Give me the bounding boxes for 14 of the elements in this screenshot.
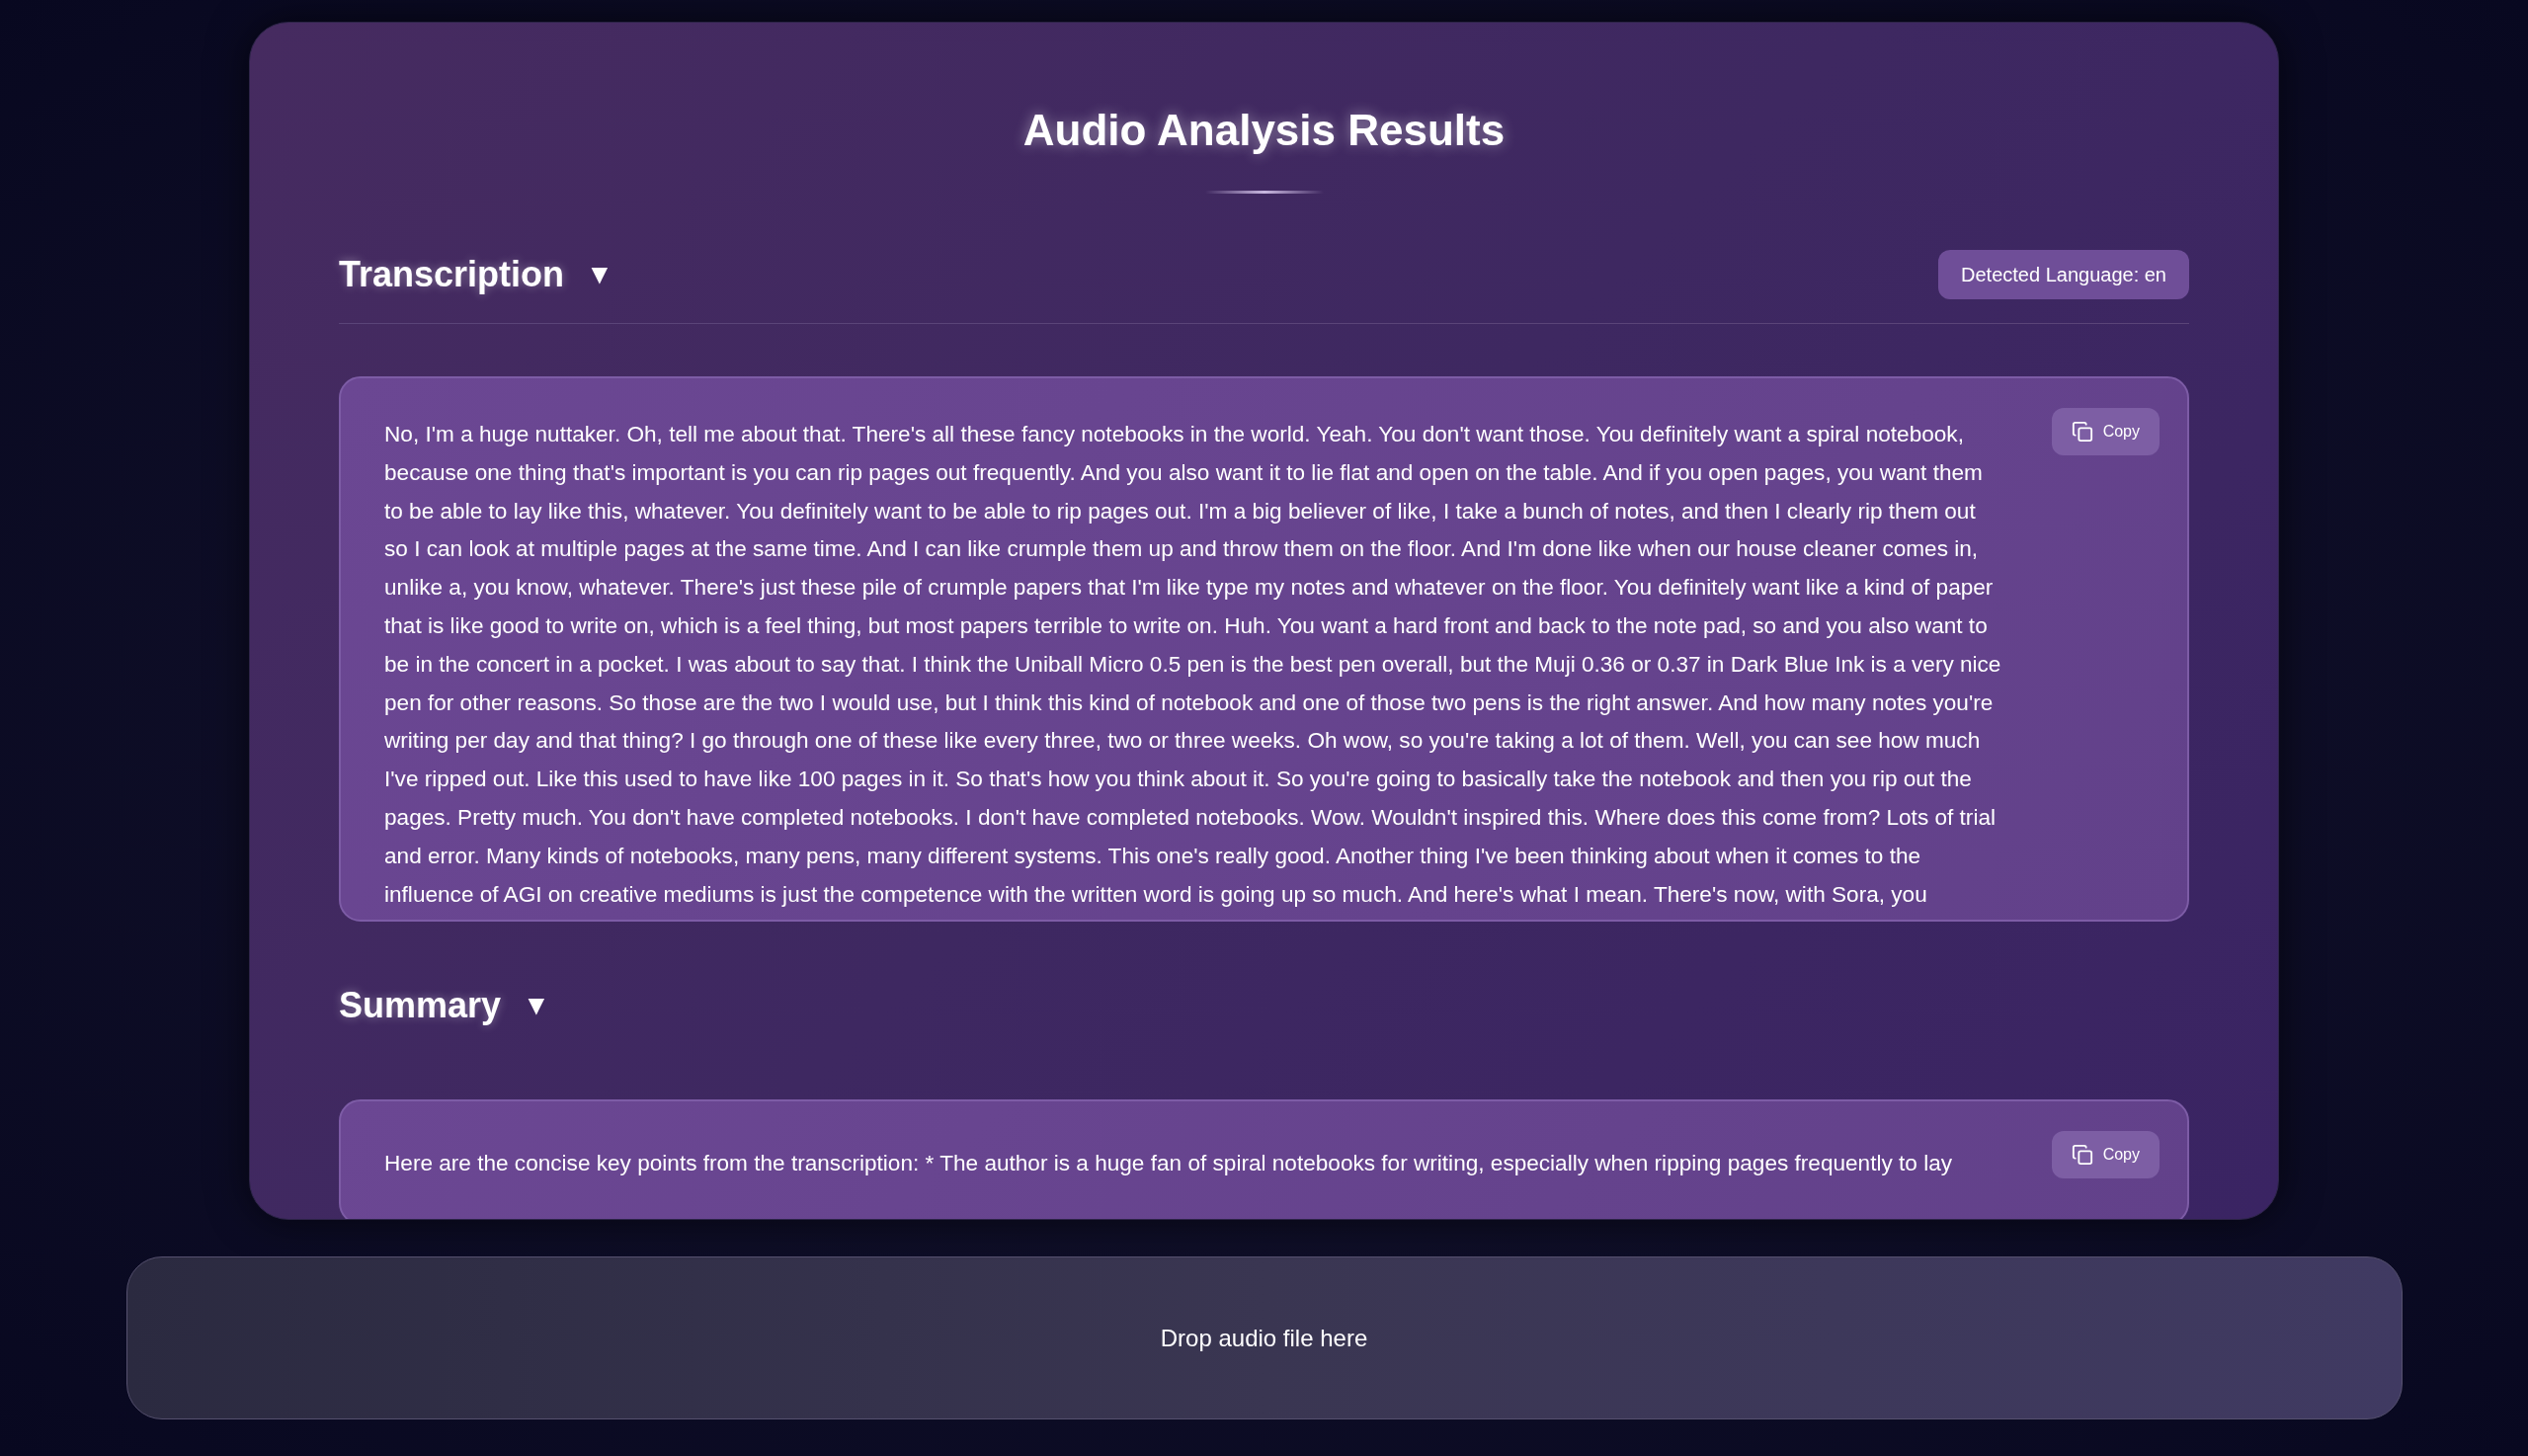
transcription-text: No, I'm a huge nuttaker. Oh, tell me about that. There's all these fancy notebooks in the world. Yeah. You don't want those. You definitely want a spiral notebook, because one thing that's important is you can rip pages out frequently. And you also want it to lie flat and open on the table. And if you open pages, you want them to be able to lay like this, whatever. You definitely want to be able to rip pages out. I'm a big believer of like, I take a bunch of notes, and then I clearly rip them out so I can look at multiple pages at the same time. And I can like crumple them up and throw them on the floor. And I'm done like when our house cleaner comes in, unlike a, you know, whatever. There's just these pile of crumple papers that I'm like type my notes and whatever on the floor. You definitely want like a kind of paper that is like good to write on, which is a feel thing, but most papers terrible to write on. Huh. You want a hard front and back to the note pad, so and you also want to be in the concert in a pocket. I was about to say that. I think the Uniball Micro 0.5 pen is the best pen overall, but the Muji 0.36 or 0.37 in Dark Blue Ink is a very nice pen for other reasons. So those are the two I would use, but I think this kind of notebook and one of those two pens is the right answer. And how many notes you're writing per day and that thing? I go through one of these like every three, two or three weeks. Oh wow, so you're taking a lot of them. Well, you can see how much I've ripped out. Like this used to have like 100 pages in it. So that's how you think about it. So you're going to basically take the notebook and then you rip out the pages. Pretty much. You don't have completed notebooks. I don't have completed notebooks. Wow. Wouldn't inspired this. Where does this come from? Lots of trial and error. Many kinds of notebooks, many pens, many different systems. This one's really good. Another thing I've been thinking about when it comes to the influence of AGI on creative mediums is just the competence with the written word is going up so much. And here's what I mean. There's now, with Sora, you bbox=[384, 421, 2002, 909]
page-title: Audio Analysis Results bbox=[1021, 105, 1507, 156]
copy-icon bbox=[2071, 421, 2093, 443]
collapse-toggle[interactable]: ▼ bbox=[586, 254, 613, 295]
drop-zone[interactable]: Drop audio file here bbox=[125, 1256, 2403, 1419]
section-heading: Transcription bbox=[339, 253, 565, 296]
language-badge: Detected Language: en bbox=[1938, 250, 2189, 299]
copy-button[interactable]: Copy bbox=[2051, 408, 2160, 455]
copy-icon bbox=[2071, 1144, 2093, 1167]
copy-button[interactable]: Copy bbox=[2051, 1131, 2160, 1179]
collapse-toggle[interactable]: ▼ bbox=[523, 985, 550, 1027]
summary-text: Here are the concise key points from the transcription: * The author is a huge fan of spiral notebooks for writing, especially when ripping pages frequently to lay bbox=[384, 1150, 1954, 1178]
section-heading: Summary bbox=[339, 984, 502, 1028]
drop-zone-label: Drop audio file here bbox=[1160, 1323, 1368, 1353]
